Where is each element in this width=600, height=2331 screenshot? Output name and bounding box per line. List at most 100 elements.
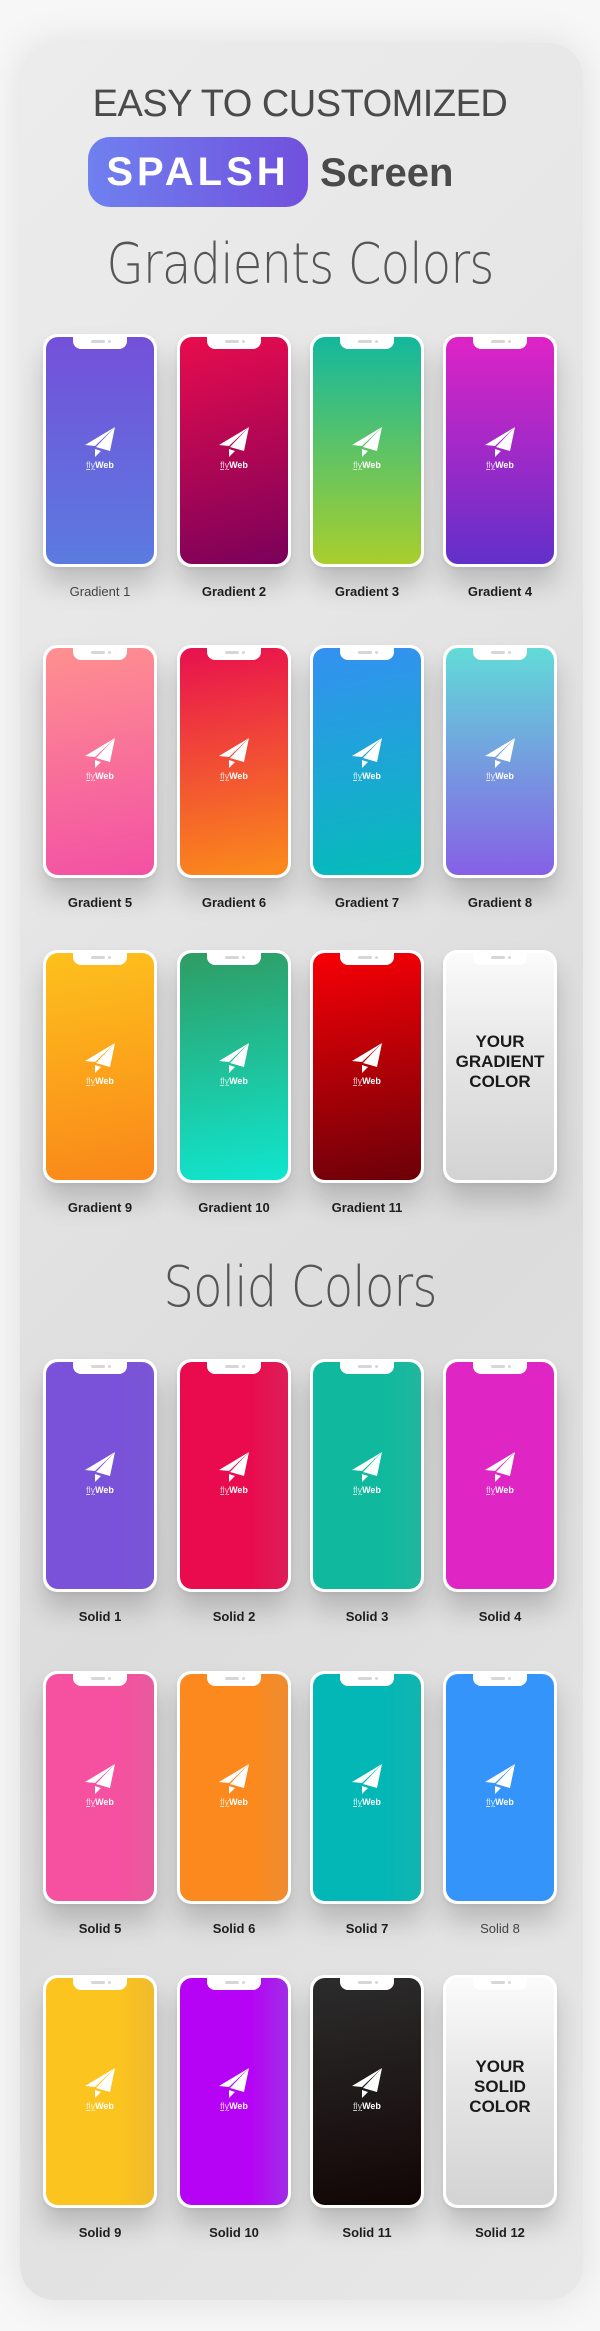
logo-wordmark: flyWeb (347, 771, 387, 781)
logo-fly: fly (220, 771, 230, 781)
phone-mockup: flyWeb (43, 1671, 157, 1904)
phone-screen: flyWeb (313, 1674, 421, 1901)
phone-screen: flyWeb (180, 1978, 288, 2205)
logo-fly: fly (486, 771, 496, 781)
phone-screen: flyWeb (180, 1362, 288, 1589)
logo-wordmark: flyWeb (214, 1797, 254, 1807)
paper-plane-icon (85, 2068, 115, 2098)
phone-notch (473, 337, 527, 349)
camera-icon (508, 1365, 511, 1368)
speaker-icon (491, 1677, 505, 1680)
phone-screen: flyWeb (46, 1362, 154, 1589)
paper-plane-icon (485, 1764, 515, 1794)
phone-mockup: flyWeb (443, 1671, 557, 1904)
phone-mockup: flyWeb (310, 1975, 424, 2208)
option-label: Solid 2 (212, 1609, 256, 1624)
phone-screen: flyWeb (313, 337, 421, 564)
paper-plane-icon (352, 1764, 382, 1794)
phone-mockup: YOUR GRADIENT COLOR (443, 950, 557, 1183)
logo-fly: fly (220, 1076, 230, 1086)
phone-notch (73, 337, 127, 349)
paper-plane-icon (352, 1043, 382, 1073)
logo-web: Web (95, 771, 114, 781)
logo-wordmark: flyWeb (80, 1797, 120, 1807)
speaker-icon (225, 956, 239, 959)
phone-mockup: flyWeb (43, 645, 157, 878)
paper-plane-icon (352, 1452, 382, 1482)
option-label: Solid 9 (78, 2225, 122, 2240)
logo-fly: fly (353, 1797, 363, 1807)
logo-web: Web (495, 771, 514, 781)
phone-screen: flyWeb (46, 953, 154, 1180)
placeholder-line: COLOR (469, 2096, 531, 2116)
phone-screen: flyWeb (180, 953, 288, 1180)
logo-wordmark: flyWeb (347, 1076, 387, 1086)
logo-wordmark: flyWeb (480, 460, 520, 470)
phone-notch (473, 1674, 527, 1686)
flyweb-logo: flyWeb (347, 1041, 387, 1086)
phone-mockup: flyWeb (310, 1671, 424, 1904)
paper-plane-icon (219, 2068, 249, 2098)
option-label: Solid 4 (478, 1609, 522, 1624)
logo-wordmark: flyWeb (214, 1485, 254, 1495)
flyweb-logo: flyWeb (80, 736, 120, 781)
camera-icon (508, 956, 511, 959)
paper-plane-icon (352, 2068, 382, 2098)
phone-mockup: flyWeb (43, 950, 157, 1183)
logo-fly: fly (86, 1076, 96, 1086)
camera-icon (375, 651, 378, 654)
camera-icon (375, 1677, 378, 1680)
speaker-icon (91, 956, 105, 959)
logo-web: Web (495, 1485, 514, 1495)
option-label: Gradient 11 (331, 1200, 403, 1215)
speaker-icon (225, 340, 239, 343)
phone-screen: flyWeb (446, 648, 554, 875)
camera-icon (242, 1981, 245, 1984)
logo-fly: fly (353, 771, 363, 781)
screen-heading: Screen (320, 151, 454, 195)
spalsh-badge-label: SPALSH (106, 149, 290, 194)
paper-plane-icon (485, 427, 515, 457)
flyweb-logo: flyWeb (80, 1450, 120, 1495)
phone-mockup: flyWeb (43, 1359, 157, 1592)
logo-web: Web (362, 1076, 381, 1086)
speaker-icon (358, 1981, 372, 1984)
phone-screen: YOUR SOLID COLOR (446, 1978, 554, 2205)
logo-web: Web (95, 1797, 114, 1807)
speaker-icon (491, 1981, 505, 1984)
phone-notch (207, 1978, 261, 1990)
logo-fly: fly (353, 460, 363, 470)
flyweb-logo: flyWeb (214, 1041, 254, 1086)
logo-web: Web (362, 771, 381, 781)
option-label: Solid 5 (78, 1921, 122, 1936)
speaker-icon (91, 1365, 105, 1368)
option-label: Gradient 6 (201, 895, 267, 910)
logo-fly: fly (220, 2101, 230, 2111)
logo-web: Web (362, 460, 381, 470)
logo-wordmark: flyWeb (347, 1485, 387, 1495)
speaker-icon (91, 1677, 105, 1680)
logo-fly: fly (486, 1485, 496, 1495)
option-label: Solid 3 (345, 1609, 389, 1624)
logo-wordmark: flyWeb (214, 460, 254, 470)
flyweb-logo: flyWeb (80, 425, 120, 470)
camera-icon (108, 1365, 111, 1368)
camera-icon (108, 651, 111, 654)
phone-screen: flyWeb (46, 337, 154, 564)
placeholder-line: YOUR (475, 1031, 525, 1051)
camera-icon (508, 1981, 511, 1984)
phone-notch (73, 648, 127, 660)
option-label: Gradient 3 (334, 584, 400, 599)
placeholder-line: YOUR (475, 2056, 525, 2076)
option-label: Solid 7 (345, 1921, 389, 1936)
phone-screen: flyWeb (180, 1674, 288, 1901)
speaker-icon (491, 651, 505, 654)
paper-plane-icon (352, 427, 382, 457)
phone-notch (73, 1362, 127, 1374)
phone-notch (473, 953, 527, 965)
paper-plane-icon (485, 1452, 515, 1482)
phone-screen: flyWeb (46, 648, 154, 875)
section-title-solid: Solid Colors (163, 1255, 437, 1320)
flyweb-logo: flyWeb (214, 2066, 254, 2111)
speaker-icon (91, 651, 105, 654)
